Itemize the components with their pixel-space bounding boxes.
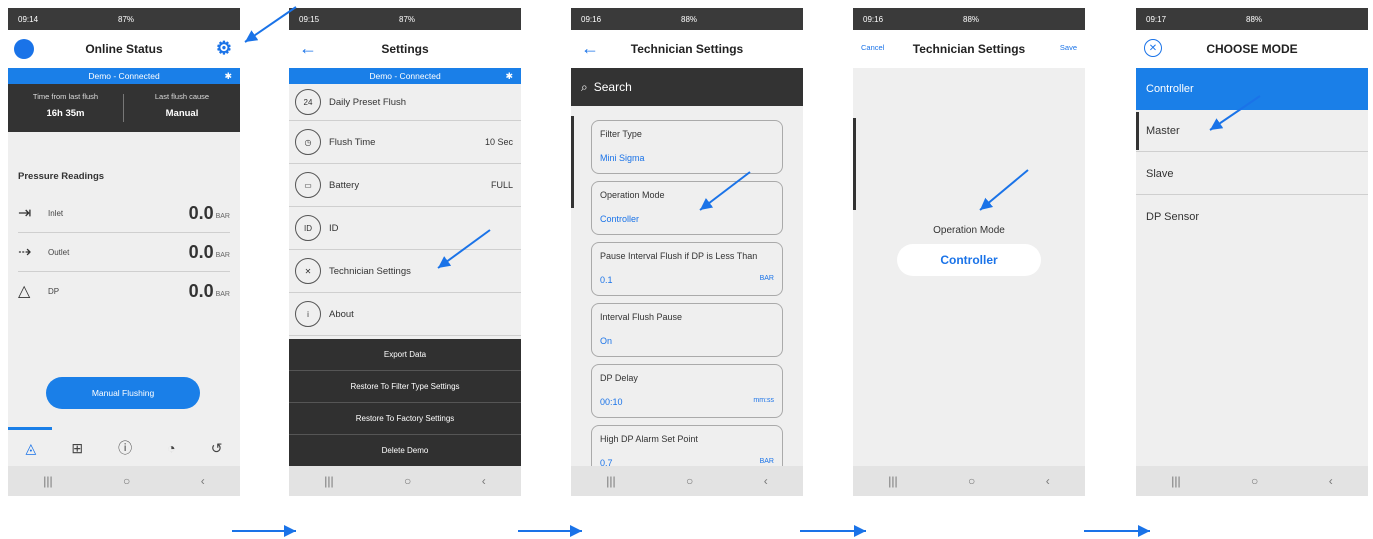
pointer-arrow-technician <box>437 229 491 269</box>
pointer-arrow-controller <box>979 169 1029 211</box>
pointer-arrow-master <box>1209 95 1261 131</box>
pointer-arrow-gear <box>244 6 297 43</box>
pointer-arrow-operation-mode <box>699 171 751 211</box>
annotation-arrows <box>232 6 1261 537</box>
